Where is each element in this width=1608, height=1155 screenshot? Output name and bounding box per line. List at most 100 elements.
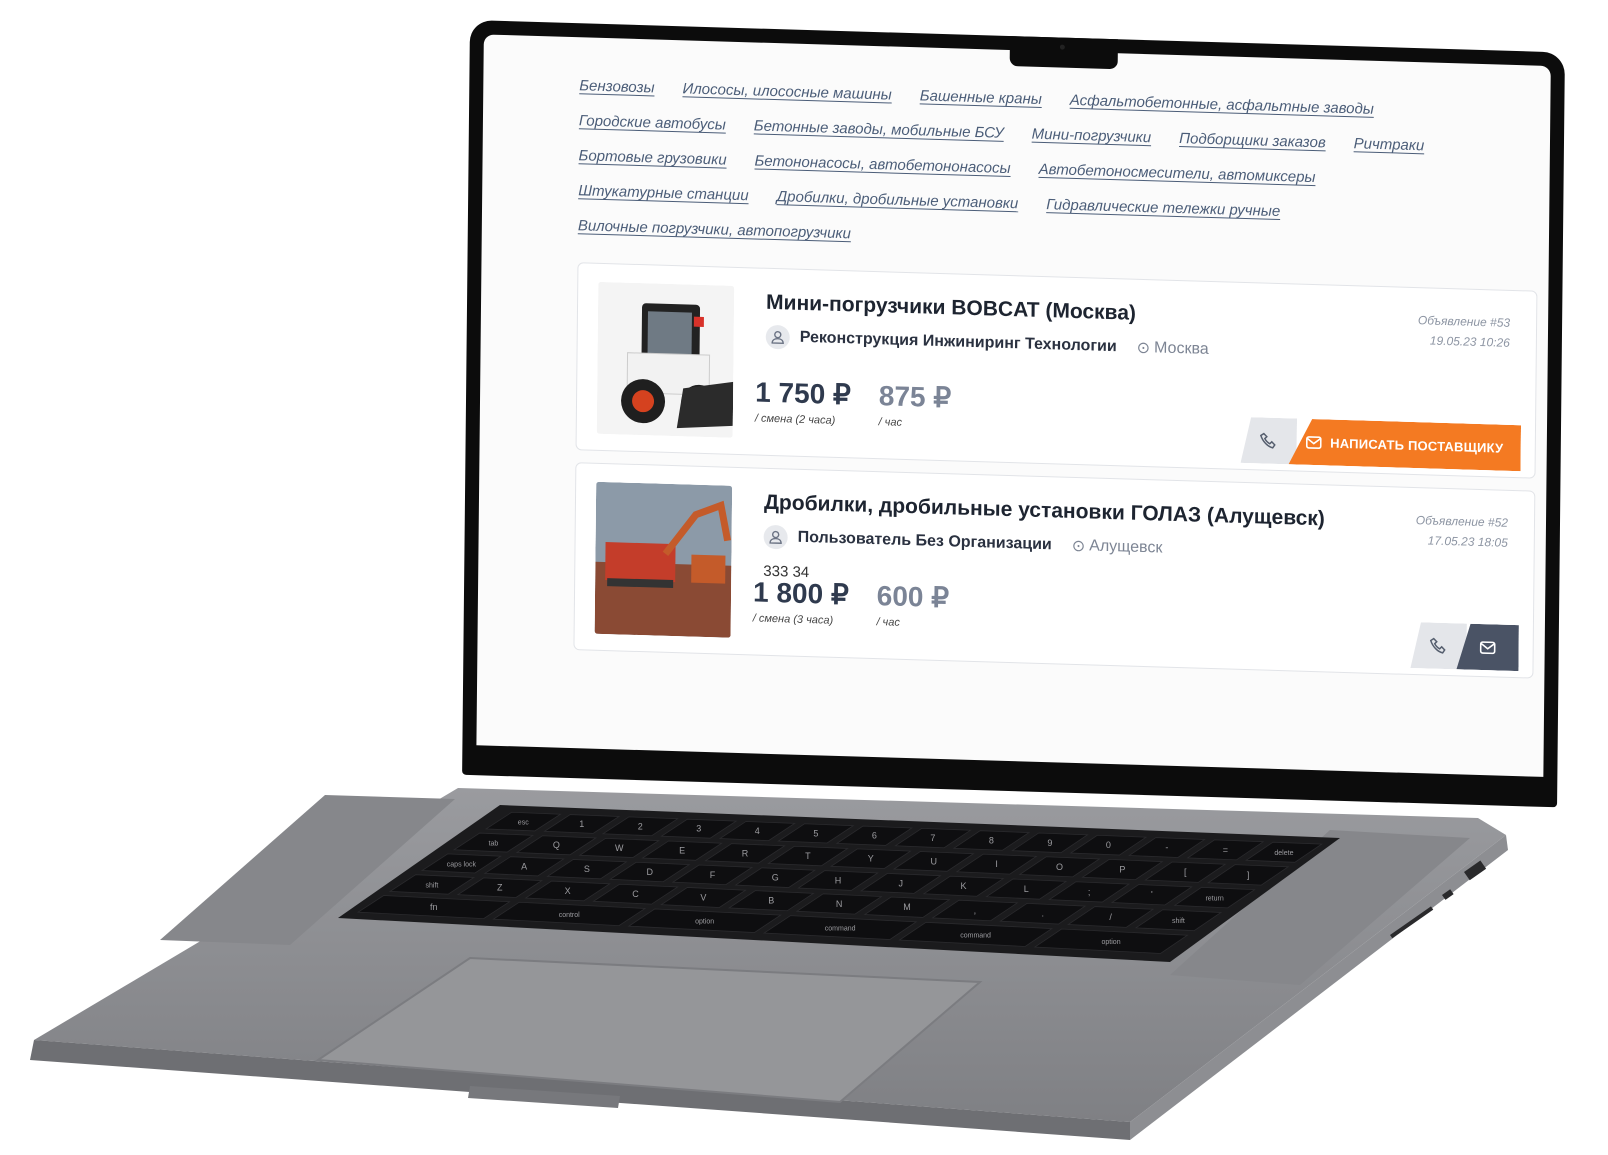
listing-actions: НАПИСАТЬ ПОСТАВЩИКУ xyxy=(1241,417,1521,471)
category-link[interactable]: Бензовозы xyxy=(579,77,654,96)
seller-info: Пользователь Без Организации ⊙ Алущевск xyxy=(763,524,1163,561)
key-label: - xyxy=(1165,843,1168,853)
key-label: P xyxy=(1119,864,1125,874)
key-label: option xyxy=(1102,939,1121,946)
price-block: 1 800 ₽ / смена (3 часа) 600 ₽ / час xyxy=(752,576,949,630)
category-link[interactable]: Башенные краны xyxy=(920,87,1042,108)
key-label: N xyxy=(836,899,843,909)
key-label: caps lock xyxy=(447,861,477,868)
key-label: 9 xyxy=(1047,838,1052,848)
category-links: Бензовозы Илососы, илососные машины Башенн… xyxy=(578,77,1480,261)
camera-notch xyxy=(1009,36,1118,70)
category-link[interactable]: Гидравлические тележки ручные xyxy=(1046,196,1280,220)
phone-button[interactable] xyxy=(1241,417,1297,465)
location-name: Алущевск xyxy=(1089,537,1163,557)
location-pin-icon: ⊙ xyxy=(1071,537,1086,556)
key-label: , xyxy=(974,905,977,915)
key-label: B xyxy=(768,896,774,906)
excavator-photo[interactable] xyxy=(594,481,733,638)
ad-date: 17.05.23 18:05 xyxy=(1427,533,1508,550)
location-name: Москва xyxy=(1154,339,1209,358)
ad-number: Объявление #52 xyxy=(1415,513,1509,530)
key-label: F xyxy=(710,870,716,880)
camera-icon xyxy=(1059,44,1065,50)
key-label: D xyxy=(646,867,653,877)
category-link[interactable]: Дробилки, дробильные установки xyxy=(777,188,1019,212)
write-supplier-button[interactable]: НАПИСАТЬ ПОСТАВЩИКУ xyxy=(1289,418,1521,471)
category-link[interactable]: Автобетоносмесители, автомиксеры xyxy=(1039,161,1316,186)
listing-card[interactable]: Дробилки, дробильные установки ГОЛАЗ (Ал… xyxy=(573,462,1536,679)
key-label: T xyxy=(805,851,811,861)
bobcat-photo[interactable] xyxy=(596,281,735,438)
price-per-shift: 1 800 ₽ xyxy=(752,576,849,611)
price-per-hour: 875 ₽ xyxy=(878,380,952,414)
phone-button[interactable] xyxy=(1410,622,1466,670)
key-label: M xyxy=(903,902,911,912)
key-label: 7 xyxy=(930,833,935,843)
category-link[interactable]: Ричтраки xyxy=(1354,135,1425,154)
key-label: H xyxy=(835,876,842,886)
ad-number: Объявление #53 xyxy=(1417,313,1511,330)
ad-date: 19.05.23 10:26 xyxy=(1429,333,1510,350)
category-link[interactable]: Подборщики заказов xyxy=(1179,130,1326,151)
category-link[interactable]: Илососы, илососные машины xyxy=(682,80,891,103)
key-label: control xyxy=(559,912,580,919)
key-label: 4 xyxy=(755,826,760,836)
listing-meta: Объявление #52 17.05.23 18:05 xyxy=(1416,510,1509,553)
key-label: C xyxy=(632,889,639,899)
phone-icon xyxy=(1430,637,1448,656)
key-label: E xyxy=(679,846,685,856)
key-label: return xyxy=(1205,896,1223,903)
key-label: tab xyxy=(489,841,499,848)
key-label: Q xyxy=(553,840,560,850)
location-pin-icon: ⊙ xyxy=(1136,339,1151,358)
key-label: Z xyxy=(497,883,503,893)
key-label: = xyxy=(1223,845,1228,855)
key-label: O xyxy=(1056,862,1063,872)
seller-name[interactable]: Реконструкция Инжиниринг Технологии xyxy=(800,329,1117,356)
phone-icon xyxy=(1260,431,1278,450)
category-link[interactable]: Вилочные погрузчики, автопогрузчики xyxy=(578,217,851,242)
category-link[interactable]: Бортовые грузовики xyxy=(579,147,727,168)
listing-title[interactable]: Мини-погрузчики BOBCAT (Москва) xyxy=(766,291,1136,326)
key-label: 1 xyxy=(579,819,584,829)
key-label: W xyxy=(615,843,624,853)
listing-card[interactable]: Мини-погрузчики BOBCAT (Москва) Реконстр… xyxy=(575,262,1538,479)
key-label: fn xyxy=(430,902,438,912)
seller-name[interactable]: Пользователь Без Организации xyxy=(798,529,1052,555)
key-label: delete xyxy=(1274,850,1293,857)
key-label: I xyxy=(995,859,998,869)
key-label: X xyxy=(565,886,571,896)
location: ⊙ Алущевск xyxy=(1072,536,1163,559)
key-label: V xyxy=(700,892,706,902)
key-label: 0 xyxy=(1106,840,1111,850)
mail-icon xyxy=(1306,435,1322,448)
key-label: shift xyxy=(426,882,439,889)
key-label: K xyxy=(961,881,967,891)
category-link[interactable]: Бетонные заводы, мобильные БСУ xyxy=(754,117,1004,141)
price-per-shift-caption: / смена (3 часа) xyxy=(752,612,834,627)
listing-title[interactable]: Дробилки, дробильные установки ГОЛАЗ (Ал… xyxy=(764,491,1325,532)
key-label: 8 xyxy=(989,835,994,845)
key-label: command xyxy=(825,926,856,933)
price-block: 1 750 ₽ / смена (2 часа) 875 ₽ / час xyxy=(755,376,952,430)
key-label: 3 xyxy=(696,824,701,834)
listing-meta: Объявление #53 19.05.23 10:26 xyxy=(1418,310,1511,353)
key-label: G xyxy=(772,873,779,883)
category-link[interactable]: Мини-погрузчики xyxy=(1032,126,1152,147)
key-label: Y xyxy=(868,854,874,864)
key-label: command xyxy=(960,932,991,939)
key-label: ' xyxy=(1151,890,1153,900)
mail-icon xyxy=(1480,640,1496,653)
key-label: L xyxy=(1024,884,1029,894)
seller-info: Реконструкция Инжиниринг Технологии ⊙ Мо… xyxy=(765,324,1209,362)
price-per-shift: 1 750 ₽ xyxy=(755,376,852,411)
key-label: ] xyxy=(1247,870,1250,880)
key-label: A xyxy=(521,861,527,871)
listing-actions xyxy=(1410,622,1518,671)
category-link[interactable]: Асфальтобетонные, асфальтные заводы xyxy=(1070,92,1374,118)
category-link[interactable]: Штукатурные станции xyxy=(578,182,749,204)
category-link[interactable]: Бетононасосы, автобетононасосы xyxy=(754,152,1010,177)
category-link[interactable]: Городские автобусы xyxy=(579,112,726,133)
key-label: ; xyxy=(1088,887,1091,897)
